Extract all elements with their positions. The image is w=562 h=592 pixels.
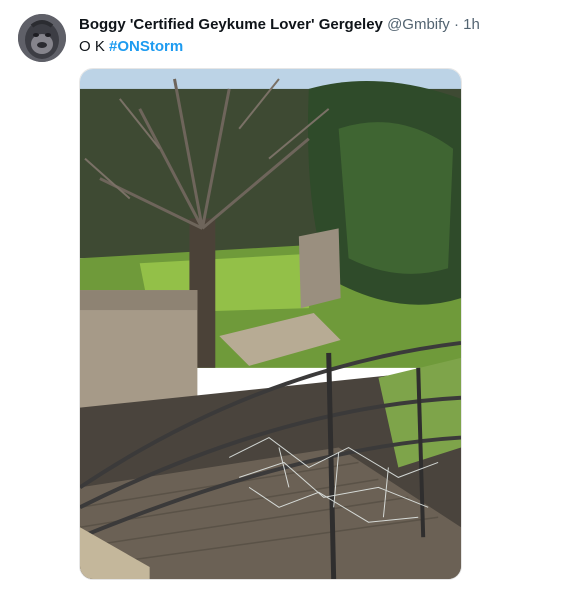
gorilla-avatar-icon	[18, 14, 66, 62]
tweet-text: O K #ONStorm	[79, 37, 183, 56]
tweet-text-prefix: O K	[79, 38, 105, 55]
display-name[interactable]: Boggy 'Certified Geykume Lover' Gergeley	[79, 16, 383, 33]
tweet[interactable]: Boggy 'Certified Geykume Lover' Gergeley…	[0, 0, 562, 592]
photo-storm-damage-deck	[80, 69, 461, 579]
tweet-header: Boggy 'Certified Geykume Lover' Gergeley…	[79, 15, 552, 34]
tweet-photo[interactable]	[79, 68, 462, 580]
avatar[interactable]	[18, 14, 66, 62]
user-handle[interactable]: @Gmbify	[387, 16, 450, 33]
separator-dot: ·	[453, 16, 459, 33]
timestamp[interactable]: 1h	[463, 16, 480, 33]
hashtag-link[interactable]: #ONStorm	[109, 38, 183, 55]
